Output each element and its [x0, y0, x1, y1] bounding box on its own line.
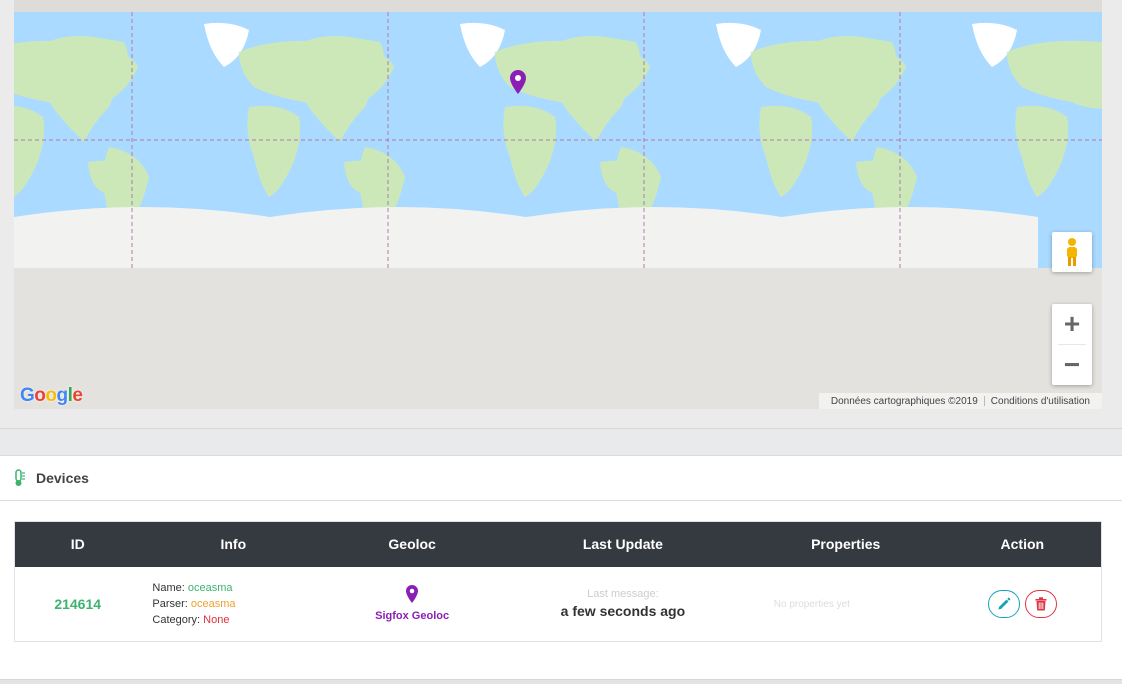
street-view-pegman-button[interactable] — [1052, 232, 1092, 272]
location-marker-icon[interactable] — [510, 70, 526, 94]
device-id-cell: 214614 — [14, 566, 141, 642]
delete-device-button[interactable] — [1024, 589, 1057, 618]
device-parser-value: oceasma — [190, 597, 236, 610]
map-data-attribution: Données cartographiques ©2019 — [830, 395, 978, 407]
properties-empty-text: No properties yet — [773, 598, 850, 610]
map-marker-icon — [406, 585, 419, 604]
thermometer-icon — [15, 469, 25, 486]
device-parser-line: Parser: oceasma — [140, 596, 326, 612]
pegman-icon — [1067, 238, 1077, 266]
terms-of-use-link[interactable]: Conditions d'utilisation — [985, 396, 1096, 407]
map-container[interactable]: + − Google Données cartographiques ©2019… — [14, 0, 1102, 409]
world-map[interactable] — [14, 12, 1102, 268]
device-geoloc-cell[interactable]: Sigfox Geoloc — [326, 566, 499, 642]
name-label: Name: — [152, 581, 188, 594]
edit-device-button[interactable] — [987, 589, 1020, 618]
parser-label: Parser: — [152, 597, 191, 610]
bottom-divider — [0, 679, 1122, 684]
zoom-out-button[interactable]: − — [1052, 345, 1092, 385]
column-header-id[interactable]: ID — [15, 522, 141, 567]
map-attribution: Données cartographiques ©2019 Conditions… — [818, 393, 1102, 409]
device-info-cell: Name: oceasma Parser: oceasma Category: … — [140, 566, 327, 642]
device-id[interactable]: 214614 — [54, 596, 101, 612]
device-name-line: Name: oceasma — [140, 580, 326, 596]
table-row: 214614 Name: oceasma Parser: oceasma Cat… — [14, 566, 1102, 642]
zoom-in-button[interactable]: + — [1052, 304, 1092, 344]
last-message-value: a few seconds ago — [560, 603, 686, 620]
device-action-cell — [943, 566, 1102, 642]
device-category-value: None — [203, 613, 230, 626]
table-header-row: ID Info Geoloc Last Update Properties Ac… — [14, 521, 1102, 567]
device-properties-cell: No properties yet — [747, 566, 944, 642]
pencil-icon — [998, 597, 1011, 610]
geoloc-label: Sigfox Geoloc — [375, 610, 450, 623]
google-logo[interactable]: Google — [20, 385, 83, 407]
devices-table: ID Info Geoloc Last Update Properties Ac… — [14, 521, 1102, 642]
last-message-label: Last message: — [587, 588, 659, 601]
column-header-last-update[interactable]: Last Update — [498, 522, 748, 567]
column-header-properties[interactable]: Properties — [748, 522, 944, 567]
map-top-strip — [14, 0, 1102, 12]
column-header-action[interactable]: Action — [944, 522, 1102, 567]
device-last-update-cell: Last message: a few seconds ago — [498, 566, 748, 642]
section-gap — [0, 428, 1122, 455]
devices-panel-title: Devices — [36, 470, 89, 486]
devices-panel-header: Devices — [0, 455, 1122, 501]
device-name-value: oceasma — [187, 581, 233, 594]
column-header-geoloc[interactable]: Geoloc — [326, 522, 498, 567]
trash-icon — [1035, 597, 1047, 611]
column-header-info[interactable]: Info — [140, 522, 326, 567]
device-category-line: Category: None — [140, 612, 326, 628]
category-label: Category: — [152, 613, 204, 626]
zoom-control: + − — [1052, 304, 1092, 385]
